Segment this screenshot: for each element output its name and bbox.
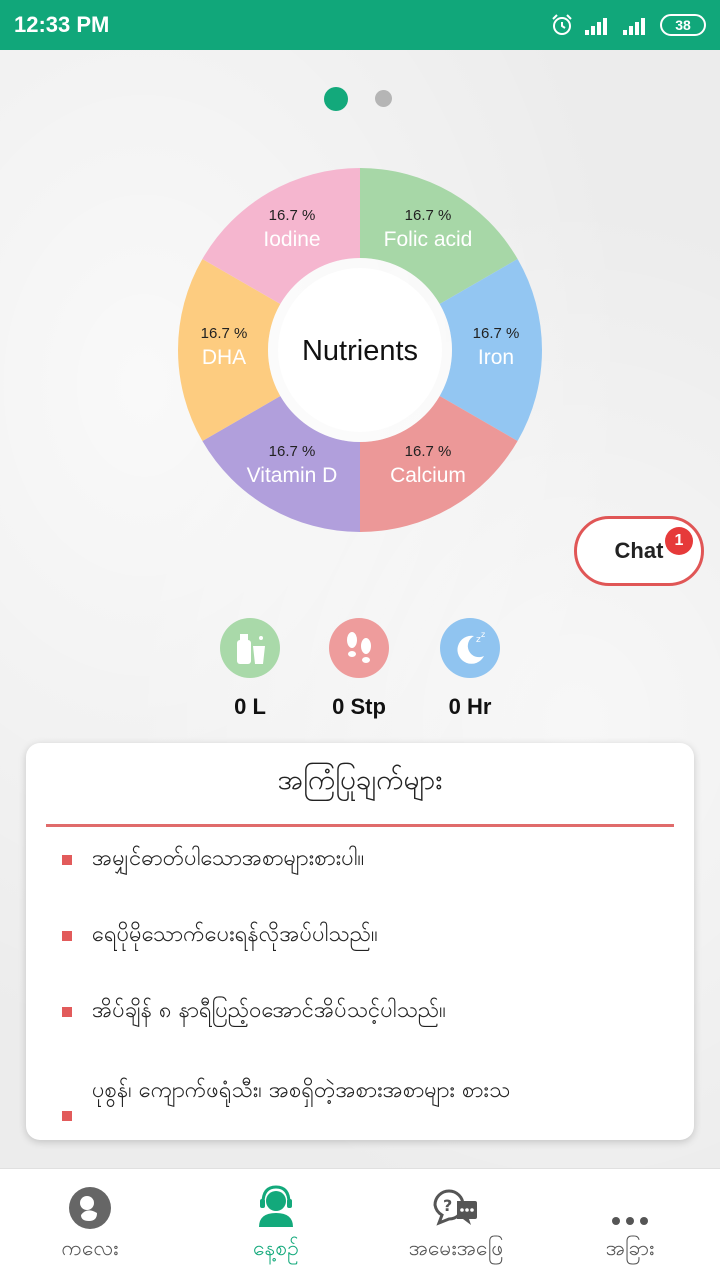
pie-slice-value-label: 16.7 % xyxy=(269,207,316,224)
pie-slice-value-label: 16.7 % xyxy=(269,443,316,460)
advice-tip-text: အိပ်ချိန် ၈ နာရီပြည့်ဝအောင်အိပ်သင့်ပါသည်… xyxy=(92,998,446,1023)
pie-slice-value-label: 16.7 % xyxy=(473,325,520,342)
water-bottle-icon xyxy=(220,618,280,678)
water-value: 0 L xyxy=(234,694,266,719)
status-icons: 38 xyxy=(550,13,706,37)
water-stat[interactable]: 0 L xyxy=(200,618,300,720)
pie-slice-value-label: 16.7 % xyxy=(201,325,248,342)
nav-label: ကလေး xyxy=(61,1236,119,1260)
sleep-stat[interactable]: z z 0 Hr xyxy=(420,618,520,720)
advice-tip: အမျှင်ဓာတ်ပါသောအစာများစားပါ။ xyxy=(62,843,682,876)
bullet-icon xyxy=(62,1006,72,1017)
svg-text:?: ? xyxy=(443,1196,452,1215)
nav-item-baby[interactable]: ကလေး xyxy=(0,1169,180,1280)
advice-tip: ရေပိုမိုသောက်ပေးရန်လိုအပ်ပါသည်။ xyxy=(62,919,682,952)
svg-text:z: z xyxy=(481,630,485,639)
pie-slice-name-label: Vitamin D xyxy=(247,464,338,487)
moon-sleep-icon: z z xyxy=(440,618,500,678)
chat-notification-badge: 1 xyxy=(665,527,693,555)
advice-tip: အိပ်ချိန် ၈ နာရီပြည့်ဝအောင်အိပ်သင့်ပါသည်… xyxy=(62,995,682,1028)
alarm-icon xyxy=(552,14,572,35)
pie-slice-name-label: Folic acid xyxy=(384,228,473,251)
baby-icon xyxy=(69,1187,111,1229)
headset-agent-icon xyxy=(259,1185,293,1227)
signal-icon-2 xyxy=(623,18,645,35)
carousel-dot-active[interactable] xyxy=(324,87,348,111)
bottom-nav: ကလေး နေ့စဉ် ? အမေးအဖြေ အခြား xyxy=(0,1168,720,1280)
bullet-icon xyxy=(62,854,72,865)
advice-card: အကြံပြုချက်များ အမျှင်ဓာတ်ပါသောအစာများစာ… xyxy=(26,743,694,1140)
pie-slice-name-label: Iodine xyxy=(263,228,320,251)
pie-slice-name-label: Calcium xyxy=(390,464,466,487)
nav-item-more[interactable]: အခြား xyxy=(540,1169,720,1280)
pie-slice-value-label: 16.7 % xyxy=(405,443,452,460)
nav-item-daily[interactable]: နေ့စဉ် xyxy=(186,1169,366,1280)
advice-title: အကြံပြုချက်များ xyxy=(277,763,443,796)
carousel-dot-inactive[interactable] xyxy=(375,90,392,107)
advice-tip-text: အမျှင်ဓာတ်ပါသောအစာများစားပါ။ xyxy=(92,846,365,871)
pie-slice-name-label: Iron xyxy=(478,346,514,369)
advice-tip-text: ရေပိုမိုသောက်ပေးရန်လိုအပ်ပါသည်။ xyxy=(92,922,378,947)
battery-icon: 38 xyxy=(660,14,706,36)
advice-tip: ပုစွန်၊ ကျောက်ဖရုံသီး၊ အစရှိတဲ့အစားအစာမျ… xyxy=(62,1075,682,1121)
steps-stat[interactable]: 0 Stp xyxy=(309,618,409,720)
nav-label: နေ့စဉ် xyxy=(253,1236,299,1260)
advice-tip-text: ပုစွန်၊ ကျောက်ဖရုံသီး၊ အစရှိတဲ့အစားအစာမျ… xyxy=(92,1078,511,1103)
bullet-icon xyxy=(62,930,72,941)
nav-label: အမေးအဖြေ xyxy=(408,1236,504,1260)
nav-item-qa[interactable]: ? အမေးအဖြေ xyxy=(366,1169,546,1280)
signal-icon xyxy=(585,18,607,35)
status-bar: 12:33 PM 38 xyxy=(0,0,720,50)
footsteps-icon xyxy=(329,618,389,678)
steps-value: 0 Stp xyxy=(332,694,386,719)
chat-button-label: Chat xyxy=(614,538,664,563)
question-chat-icon: ? xyxy=(433,1189,477,1226)
nutrients-donut-chart[interactable]: 16.7 % Folic acid 16.7 % Iron 16.7 % Calcium 1… xyxy=(170,160,550,540)
pie-slice-name-label: DHA xyxy=(202,346,246,369)
more-dots-icon xyxy=(612,1217,648,1225)
sleep-value: 0 Hr xyxy=(448,694,492,719)
nav-label: အခြား xyxy=(605,1236,655,1260)
status-time: 12:33 PM xyxy=(14,12,110,37)
main-content: 16.7 % Folic acid 16.7 % Iron 16.7 % Calcium 1… xyxy=(0,50,720,1168)
bullet-icon xyxy=(62,1111,72,1121)
chart-title: Nutrients xyxy=(302,335,418,367)
pie-slice-value-label: 16.7 % xyxy=(405,207,452,224)
advice-divider xyxy=(46,824,674,827)
